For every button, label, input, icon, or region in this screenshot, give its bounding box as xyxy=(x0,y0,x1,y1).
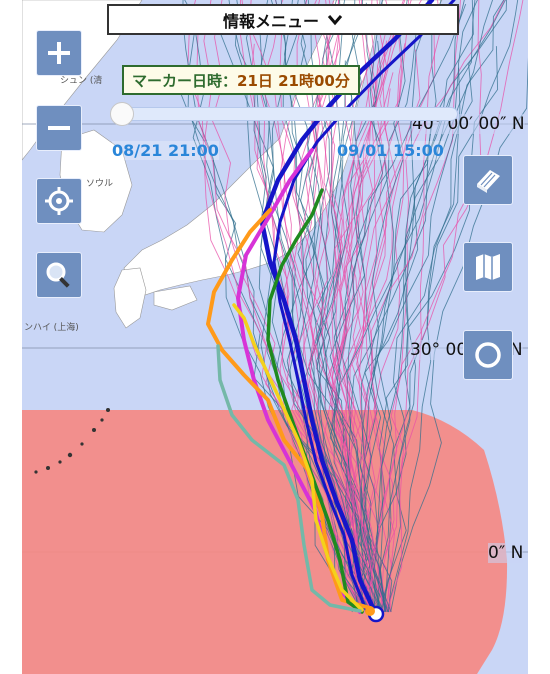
slider-end-label: 09/01 15:00 xyxy=(337,141,444,160)
map-canvas[interactable] xyxy=(22,0,528,674)
book-icon xyxy=(477,170,500,193)
search-button[interactable] xyxy=(36,252,82,298)
zoom-in-button[interactable] xyxy=(36,30,82,76)
plus-icon xyxy=(48,42,70,64)
marker-datetime-label: マーカー日時： 21日 21時00分 xyxy=(122,65,360,95)
time-slider-handle[interactable] xyxy=(110,102,134,126)
slider-start-label: 08/21 21:00 xyxy=(112,141,219,160)
map-layer-button[interactable] xyxy=(463,242,513,292)
land-layer xyxy=(22,0,443,329)
map-view[interactable]: シュン (清 ソウル ンハイ (上海) 40° 00′ 00″ N 30° 00… xyxy=(22,0,528,674)
map-place-shanghai: ンハイ (上海) xyxy=(24,323,79,333)
locate-button[interactable] xyxy=(36,178,82,224)
magnifier-icon xyxy=(46,262,70,288)
map-place-seoul: ソウル xyxy=(86,179,114,189)
crosshair-icon xyxy=(45,187,73,215)
kyushu-land xyxy=(113,267,147,329)
map-icon xyxy=(476,254,500,280)
circle-button[interactable] xyxy=(463,330,513,380)
time-slider-track[interactable] xyxy=(112,107,458,121)
latitude-label-20: 0″ N xyxy=(488,543,524,563)
screen: シュン (清 ソウル ンハイ (上海) 40° 00′ 00″ N 30° 00… xyxy=(0,0,550,674)
info-menu-button[interactable]: 情報メニュー xyxy=(107,4,459,35)
marker-datetime-value: 21日 21時00分 xyxy=(237,71,350,90)
info-menu-label: 情報メニュー xyxy=(222,11,319,31)
circle-icon xyxy=(475,342,501,368)
legend-button[interactable] xyxy=(463,155,513,205)
chevron-down-icon xyxy=(327,14,343,25)
marker-datetime-prefix: マーカー日時： xyxy=(132,71,238,90)
minus-icon xyxy=(48,126,70,130)
zoom-out-button[interactable] xyxy=(36,105,82,151)
